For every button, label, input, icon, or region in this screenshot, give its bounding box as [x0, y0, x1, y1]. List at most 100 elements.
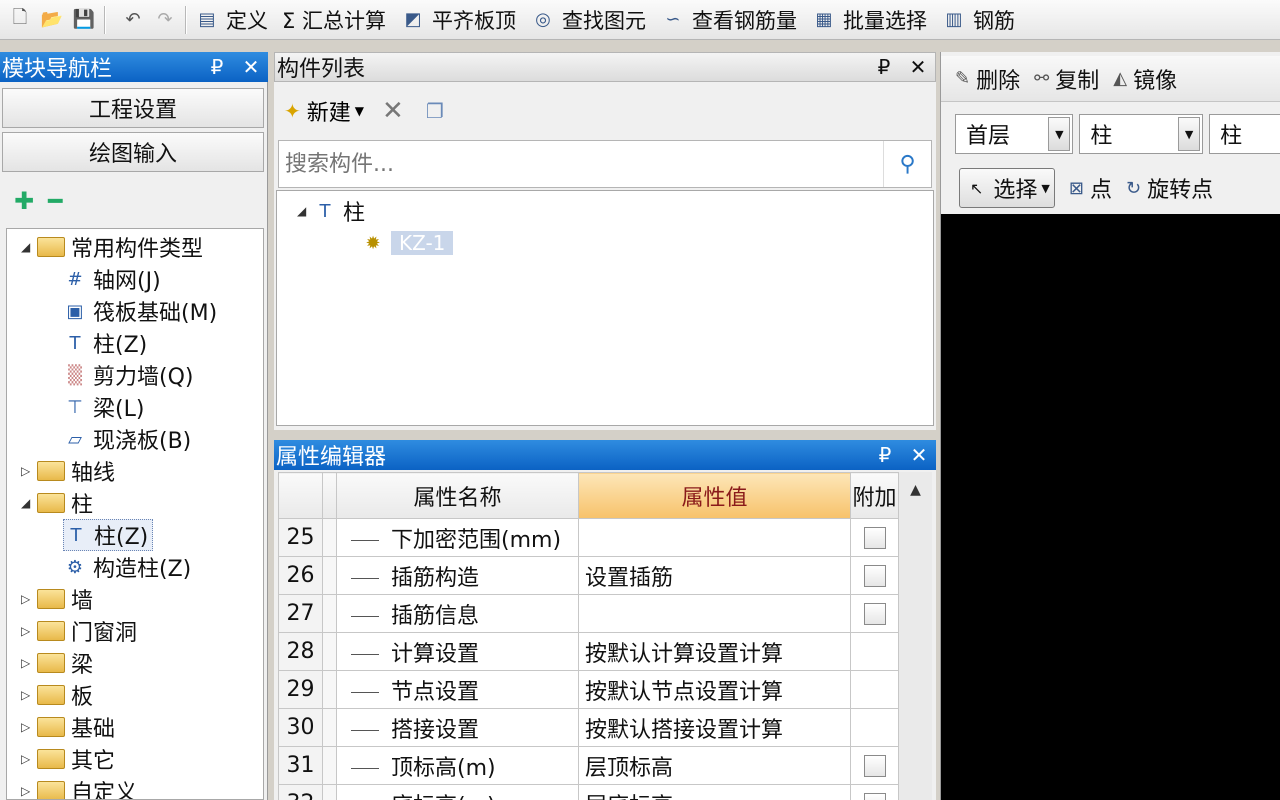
rotate-point-button[interactable]: ↻ 旋转点	[1126, 172, 1213, 204]
table-row[interactable]: 26 插筋构造 设置插筋	[278, 556, 899, 595]
mirror-button[interactable]: ◭ 镜像	[1113, 63, 1177, 95]
expanded-arrow-icon[interactable]: ◢	[21, 240, 37, 254]
header-property-name[interactable]: 属性名称	[336, 472, 579, 519]
collapse-all-icon[interactable]: ━	[48, 187, 62, 215]
toolbar-define-button[interactable]: ▤ 定义	[194, 4, 268, 36]
tree-node-cast-slab[interactable]: ▱ 现浇板(B)	[63, 423, 191, 455]
copy-button[interactable]: ⚯ 复制	[1034, 63, 1099, 95]
expanded-arrow-icon[interactable]: ◢	[21, 496, 37, 510]
collapsed-arrow-icon[interactable]: ▷	[21, 464, 37, 478]
save-icon[interactable]: 💾	[72, 8, 96, 32]
property-value-cell[interactable]: 层底标高	[578, 784, 851, 800]
header-additional[interactable]: 附加	[850, 472, 899, 519]
tree-node-column-selected[interactable]: T 柱(Z)	[63, 519, 154, 551]
category-select[interactable]: 柱 ▼	[1079, 114, 1204, 154]
collapsed-arrow-icon[interactable]: ▷	[21, 688, 37, 702]
property-scrollbar[interactable]: ▲	[898, 472, 932, 800]
tree-node-doors-windows[interactable]: ▷ 门窗洞	[21, 615, 137, 647]
point-button[interactable]: ⊠ 点	[1069, 172, 1112, 204]
row-number: 29	[278, 670, 323, 709]
new-file-icon[interactable]: 🗋	[8, 7, 32, 32]
header-property-value[interactable]: 属性值	[578, 472, 851, 519]
property-value-cell[interactable]: 按默认节点设置计算	[578, 670, 851, 709]
search-icon[interactable]: ⚲	[883, 141, 931, 187]
property-value-cell[interactable]: 按默认搭接设置计算	[578, 708, 851, 747]
tree-node-other[interactable]: ▷ 其它	[21, 743, 115, 775]
collapsed-arrow-icon[interactable]: ▷	[21, 624, 37, 638]
table-row[interactable]: 28 计算设置 按默认计算设置计算	[278, 632, 899, 671]
additional-checkbox[interactable]	[863, 565, 886, 587]
pin-icon[interactable]: ₽	[867, 55, 901, 79]
tree-node-wall[interactable]: ▷ 墙	[21, 583, 93, 615]
collapsed-arrow-icon[interactable]: ▷	[21, 592, 37, 606]
pin-icon[interactable]: ₽	[868, 443, 902, 467]
table-row[interactable]: 30 搭接设置 按默认搭接设置计算	[278, 708, 899, 747]
table-row[interactable]: 27 插筋信息	[278, 594, 899, 633]
additional-checkbox[interactable]	[863, 603, 886, 625]
property-value-cell[interactable]	[578, 518, 851, 557]
tree-node-column-group[interactable]: ◢ 柱	[21, 487, 93, 519]
close-icon[interactable]: ✕	[902, 443, 936, 467]
close-icon[interactable]: ✕	[901, 55, 935, 79]
tree-node-column[interactable]: T 柱(Z)	[63, 327, 148, 359]
undo-icon[interactable]: ↶	[121, 8, 145, 32]
tree-node-raft-foundation[interactable]: ▣ 筏板基础(M)	[63, 295, 217, 327]
component-tree-kz1[interactable]: ✹ KZ-1	[361, 227, 454, 259]
tab-project-settings[interactable]: 工程设置	[2, 88, 264, 128]
property-value-cell[interactable]: 设置插筋	[578, 556, 851, 595]
tree-node-beam-group[interactable]: ▷ 梁	[21, 647, 93, 679]
tree-node-beam[interactable]: ⊤ 梁(L)	[63, 391, 144, 423]
component-search-input[interactable]	[279, 141, 883, 187]
table-row[interactable]: 29 节点设置 按默认节点设置计算	[278, 670, 899, 709]
type-select[interactable]: 柱	[1209, 114, 1280, 154]
pin-icon[interactable]: ₽	[200, 55, 234, 79]
property-value-cell[interactable]: 按默认计算设置计算	[578, 632, 851, 671]
toolbar-batch-select-button[interactable]: ▦ 批量选择	[811, 4, 927, 36]
floor-select[interactable]: 首层 ▼	[955, 114, 1074, 154]
table-row[interactable]: 25 下加密范围(mm)	[278, 518, 899, 557]
new-component-button[interactable]: ✦ 新建 ▼	[284, 95, 364, 127]
toolbar-align-slab-button[interactable]: ◩ 平齐板顶	[400, 4, 516, 36]
expand-all-icon[interactable]: ✚	[14, 187, 34, 215]
table-row[interactable]: 32 底标高(m)层底标高	[278, 784, 899, 800]
tree-node-common-types[interactable]: ◢ 常用构件类型	[21, 231, 203, 263]
collapsed-arrow-icon[interactable]: ▷	[21, 784, 37, 798]
tree-node-axis-line[interactable]: ▷ 轴线	[21, 455, 115, 487]
toolbar-sum-button[interactable]: Σ 汇总计算	[282, 4, 386, 36]
folder-open-icon	[37, 493, 65, 513]
copy-icon[interactable]: ❐	[426, 99, 444, 123]
scroll-up-icon[interactable]: ▲	[910, 482, 921, 800]
toolbar-find-button[interactable]: ◎ 查找图元	[530, 4, 646, 36]
expanded-arrow-icon[interactable]: ◢	[297, 204, 313, 218]
tree-node-construct-column[interactable]: ⚙ 构造柱(Z)	[63, 551, 191, 583]
eraser-icon: ✎	[955, 68, 971, 89]
tree-node-shear-wall[interactable]: ▒ 剪力墙(Q)	[63, 359, 193, 391]
select-button[interactable]: ↖ 选择 ▼	[959, 168, 1055, 208]
additional-checkbox[interactable]	[863, 793, 886, 800]
drawing-panel: ✎ 删除 ⚯ 复制 ◭ 镜像 首层 ▼ 柱 ▼ 柱 ↖ 选择 ▼ ⊠ 点 ↻ 旋转点	[940, 52, 1280, 800]
property-name-cell: 插筋信息	[336, 594, 579, 633]
component-tree-column[interactable]: ◢ T 柱	[297, 195, 365, 227]
tree-node-custom[interactable]: ▷ 自定义	[21, 775, 137, 799]
open-folder-icon[interactable]: 📂	[40, 8, 64, 32]
property-value-cell[interactable]	[578, 594, 851, 633]
delete-x-icon[interactable]: ✕	[382, 96, 404, 126]
collapsed-arrow-icon[interactable]: ▷	[21, 720, 37, 734]
table-row[interactable]: 31 顶标高(m) 层顶标高	[278, 746, 899, 785]
tree-node-axis-grid[interactable]: # 轴网(J)	[63, 263, 160, 295]
toolbar-view-rebar-button[interactable]: ∽ 查看钢筋量	[660, 4, 797, 36]
additional-checkbox[interactable]	[863, 755, 886, 777]
collapsed-arrow-icon[interactable]: ▷	[21, 656, 37, 670]
tab-drawing-input[interactable]: 绘图输入	[2, 132, 264, 172]
collapsed-arrow-icon[interactable]: ▷	[21, 752, 37, 766]
delete-button[interactable]: ✎ 删除	[955, 63, 1020, 95]
toolbar-rebar-button[interactable]: ▥ 钢筋	[941, 4, 1015, 36]
property-value-cell[interactable]: 层顶标高	[578, 746, 851, 785]
close-icon[interactable]: ✕	[234, 55, 268, 79]
additional-cell	[850, 746, 899, 785]
tree-node-slab-group[interactable]: ▷ 板	[21, 679, 93, 711]
tree-node-foundation[interactable]: ▷ 基础	[21, 711, 115, 743]
drawing-canvas[interactable]	[941, 214, 1280, 800]
redo-icon[interactable]: ↷	[153, 8, 177, 32]
additional-checkbox[interactable]	[863, 527, 886, 549]
